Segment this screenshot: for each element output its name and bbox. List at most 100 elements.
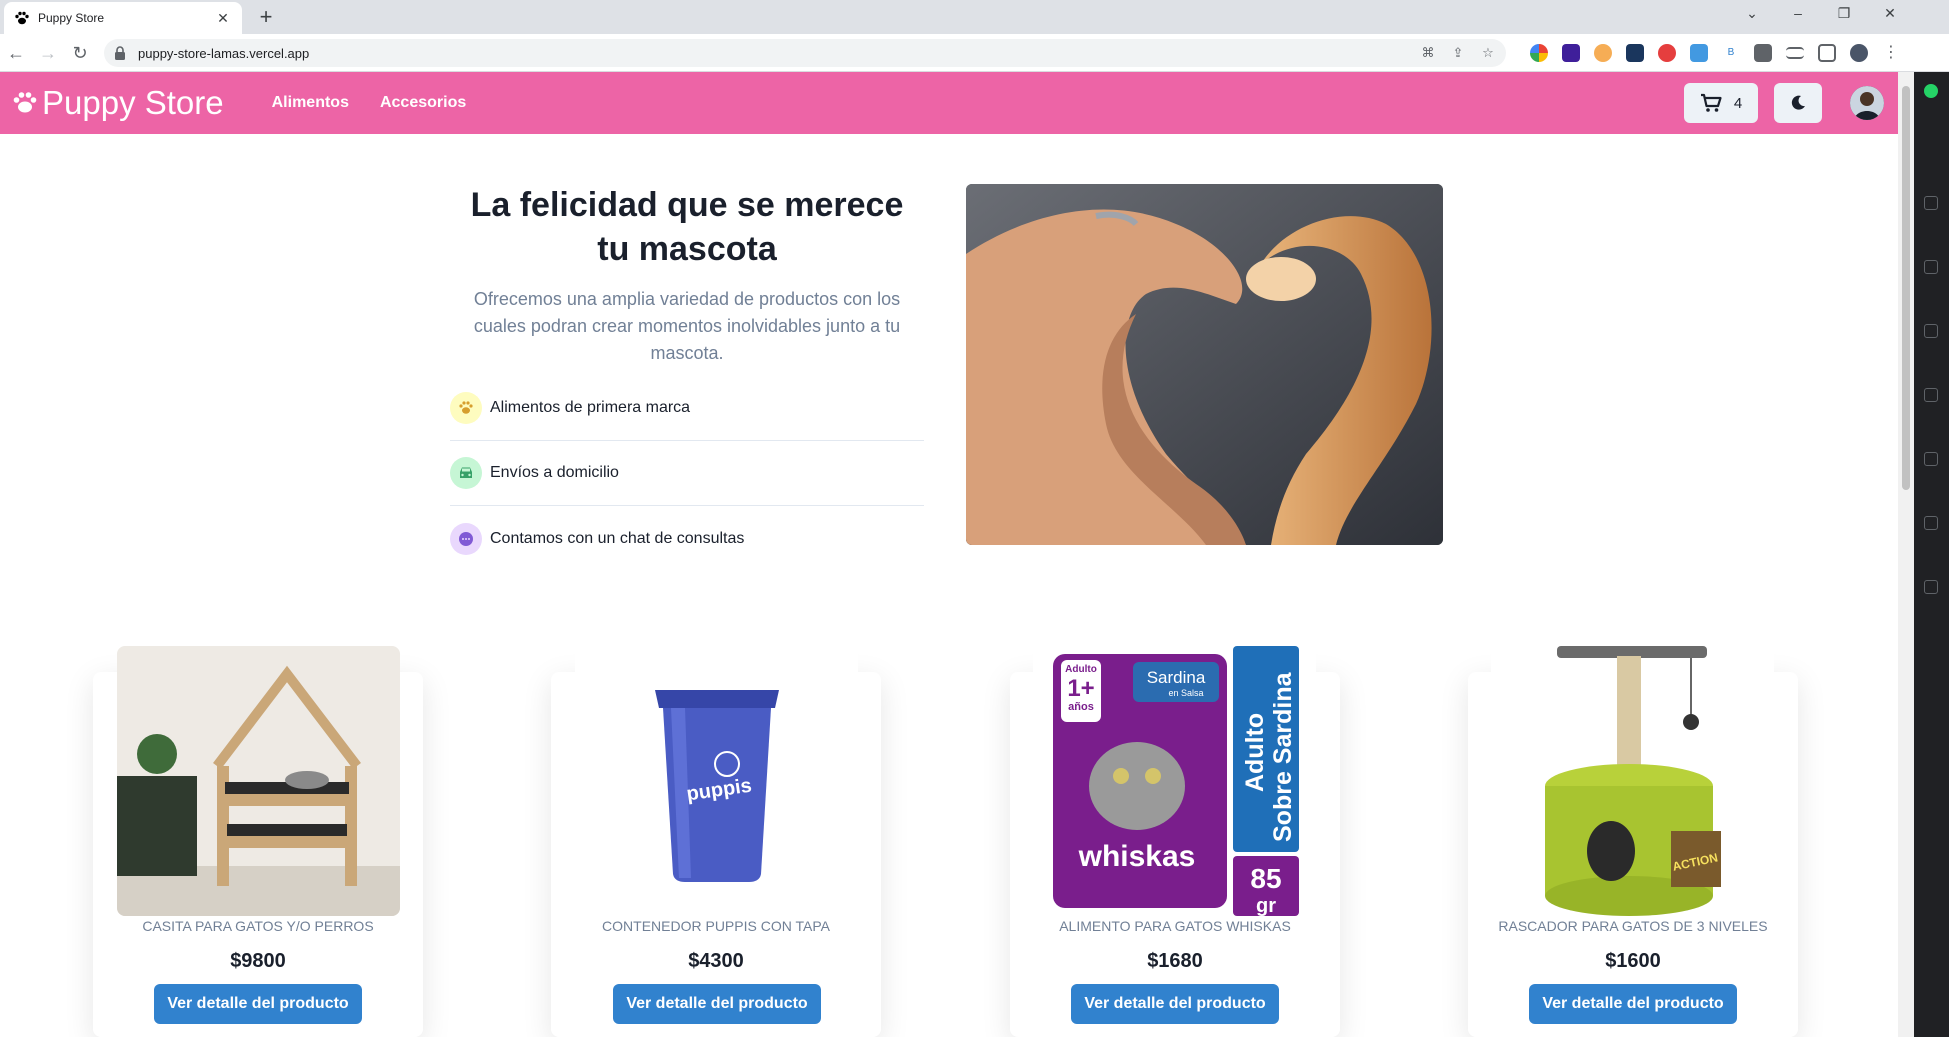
bookmark-star-icon[interactable]: ☆	[1480, 45, 1496, 61]
share-icon[interactable]: ⇪	[1450, 45, 1466, 61]
hand-and-paw-heart-image	[966, 184, 1443, 545]
cart-icon	[1700, 93, 1722, 112]
puppis-bin-image: puppis	[575, 646, 858, 916]
reload-icon[interactable]: ↻	[68, 41, 92, 65]
address-bar: ← → ↻ puppy-store-lamas.vercel.app ⌘ ⇪ ☆…	[0, 34, 1949, 72]
side-bell-icon[interactable]	[1924, 452, 1938, 466]
side-home-icon[interactable]	[1924, 196, 1938, 210]
browser-menu-icon[interactable]: ⋮	[1882, 44, 1900, 62]
extensions-bar: B ⋮	[1530, 44, 1900, 62]
extension-record-icon[interactable]	[1658, 44, 1676, 62]
minimize-icon[interactable]: –	[1784, 5, 1812, 21]
side-copy-icon[interactable]	[1924, 388, 1938, 402]
hero-image	[966, 184, 1443, 545]
lock-icon	[115, 46, 125, 60]
whiskas-brand-text: whiskas	[1078, 840, 1196, 873]
whiskas-side-text-2: Sobre Sardina	[1269, 671, 1297, 842]
side-calendar-icon[interactable]	[1924, 580, 1938, 594]
product-name: RASCADOR PARA GATOS DE 3 NIVELES	[1498, 918, 1768, 934]
product-detail-button[interactable]: Ver detalle del producto	[1071, 984, 1279, 1024]
whiskas-side-text-1: Adulto	[1241, 713, 1269, 792]
product-image[interactable]: Adulto 1+ años Sardina en Salsa whiskas …	[1033, 646, 1316, 916]
tab-close-icon[interactable]: ✕	[214, 10, 232, 27]
browser-side-panel	[1914, 72, 1949, 1037]
tab-title: Puppy Store	[38, 11, 105, 25]
car-icon	[450, 457, 482, 489]
feature-label: Alimentos de primera marca	[490, 399, 691, 416]
product-image[interactable]	[117, 646, 400, 916]
window-close-icon[interactable]: ✕	[1876, 5, 1904, 22]
extension-badge-icon[interactable]	[1562, 44, 1580, 62]
paw-icon	[13, 92, 37, 113]
forward-icon[interactable]: →	[36, 41, 60, 65]
new-tab-button[interactable]: +	[254, 5, 278, 29]
cart-count-badge: 4	[1733, 94, 1743, 112]
product-name: ALIMENTO PARA GATOS WHISKAS	[1059, 918, 1291, 934]
user-avatar[interactable]	[1850, 86, 1884, 120]
product-price: $1680	[1147, 950, 1203, 972]
url-text: puppy-store-lamas.vercel.app	[138, 45, 310, 61]
tab-search-icon[interactable]: ⌄	[1738, 5, 1766, 22]
dark-mode-toggle[interactable]	[1774, 83, 1822, 123]
extension-orange-icon[interactable]	[1594, 44, 1612, 62]
whiskas-age-top-text: Adulto	[1065, 664, 1097, 675]
profile-avatar-icon[interactable]	[1850, 44, 1868, 62]
page-scrollbar[interactable]	[1898, 72, 1914, 1037]
extension-react-icon[interactable]	[1626, 44, 1644, 62]
feature-item: Envíos a domicilio	[450, 441, 924, 506]
feature-item: Contamos con un chat de consultas	[450, 506, 924, 571]
feature-label: Envíos a domicilio	[490, 464, 619, 481]
product-detail-button[interactable]: Ver detalle del producto	[613, 984, 821, 1024]
side-gift-icon[interactable]	[1924, 516, 1938, 530]
site-navbar: Puppy Store Alimentos Accesorios 4	[0, 72, 1898, 134]
cart-button[interactable]: 4	[1684, 83, 1758, 123]
whiskas-weight-text: 85	[1250, 863, 1281, 894]
user-photo-icon	[1850, 86, 1884, 120]
side-star-icon[interactable]	[1924, 324, 1938, 338]
product-detail-button[interactable]: Ver detalle del producto	[1529, 984, 1737, 1024]
scrollbar-thumb[interactable]	[1902, 86, 1910, 490]
whiskas-sauce-text: en Salsa	[1168, 688, 1203, 698]
chat-icon	[450, 522, 482, 555]
product-name: CONTENEDOR PUPPIS CON TAPA	[602, 918, 830, 934]
browser-tab[interactable]: Puppy Store ✕	[4, 2, 242, 34]
whiskas-age-unit-text: años	[1068, 701, 1094, 713]
features-list: Alimentos de primera marca Envíos a domi…	[450, 376, 924, 571]
nav-link-accesorios[interactable]: Accesorios	[380, 94, 466, 112]
whiskas-flavor-text: Sardina	[1147, 668, 1206, 687]
feature-label: Contamos con un chat de consultas	[490, 529, 745, 547]
side-send-icon[interactable]	[1924, 260, 1938, 274]
paw-favicon-icon	[15, 11, 29, 25]
product-image[interactable]: ACTION	[1491, 646, 1774, 916]
extension-b-icon[interactable]: B	[1722, 44, 1740, 62]
product-detail-button[interactable]: Ver detalle del producto	[154, 984, 362, 1024]
product-price: $4300	[688, 950, 744, 972]
brand-logo[interactable]: Puppy Store	[12, 84, 224, 122]
cat-scratcher-image: ACTION	[1491, 646, 1774, 916]
product-image[interactable]: puppis	[575, 646, 858, 916]
nav-link-alimentos[interactable]: Alimentos	[272, 94, 349, 112]
product-name: CASITA PARA GATOS Y/O PERROS	[142, 918, 374, 934]
extension-screen-icon[interactable]	[1690, 44, 1708, 62]
extensions-puzzle-icon[interactable]	[1754, 44, 1772, 62]
moon-icon	[1791, 95, 1805, 110]
feature-item: Alimentos de primera marca	[450, 376, 924, 441]
side-panel-icon[interactable]	[1818, 44, 1836, 62]
product-price: $9800	[230, 950, 286, 972]
omnibox[interactable]: puppy-store-lamas.vercel.app ⌘ ⇪ ☆	[104, 39, 1506, 67]
translate-icon[interactable]: ⌘	[1420, 45, 1436, 61]
browser-tabstrip: Puppy Store ✕ + ⌄ – ❐ ✕	[0, 0, 1949, 34]
whiskas-weight-unit-text: gr	[1256, 895, 1276, 916]
restore-icon[interactable]: ❐	[1830, 5, 1858, 22]
reading-list-icon[interactable]	[1786, 47, 1804, 59]
whiskas-pouch-image: Adulto 1+ años Sardina en Salsa whiskas …	[1033, 646, 1316, 916]
hero-subtitle: Ofrecemos una amplia variedad de product…	[473, 289, 901, 363]
extension-google-icon[interactable]	[1530, 44, 1548, 62]
product-price: $1600	[1605, 950, 1661, 972]
whiskas-age-text: 1+	[1067, 675, 1094, 702]
whatsapp-icon[interactable]	[1924, 84, 1938, 98]
cat-house-image	[117, 646, 400, 916]
paw-icon	[450, 392, 482, 424]
back-icon[interactable]: ←	[4, 41, 28, 65]
hero-title: La felicidad que se merece tu mascota	[470, 186, 904, 268]
